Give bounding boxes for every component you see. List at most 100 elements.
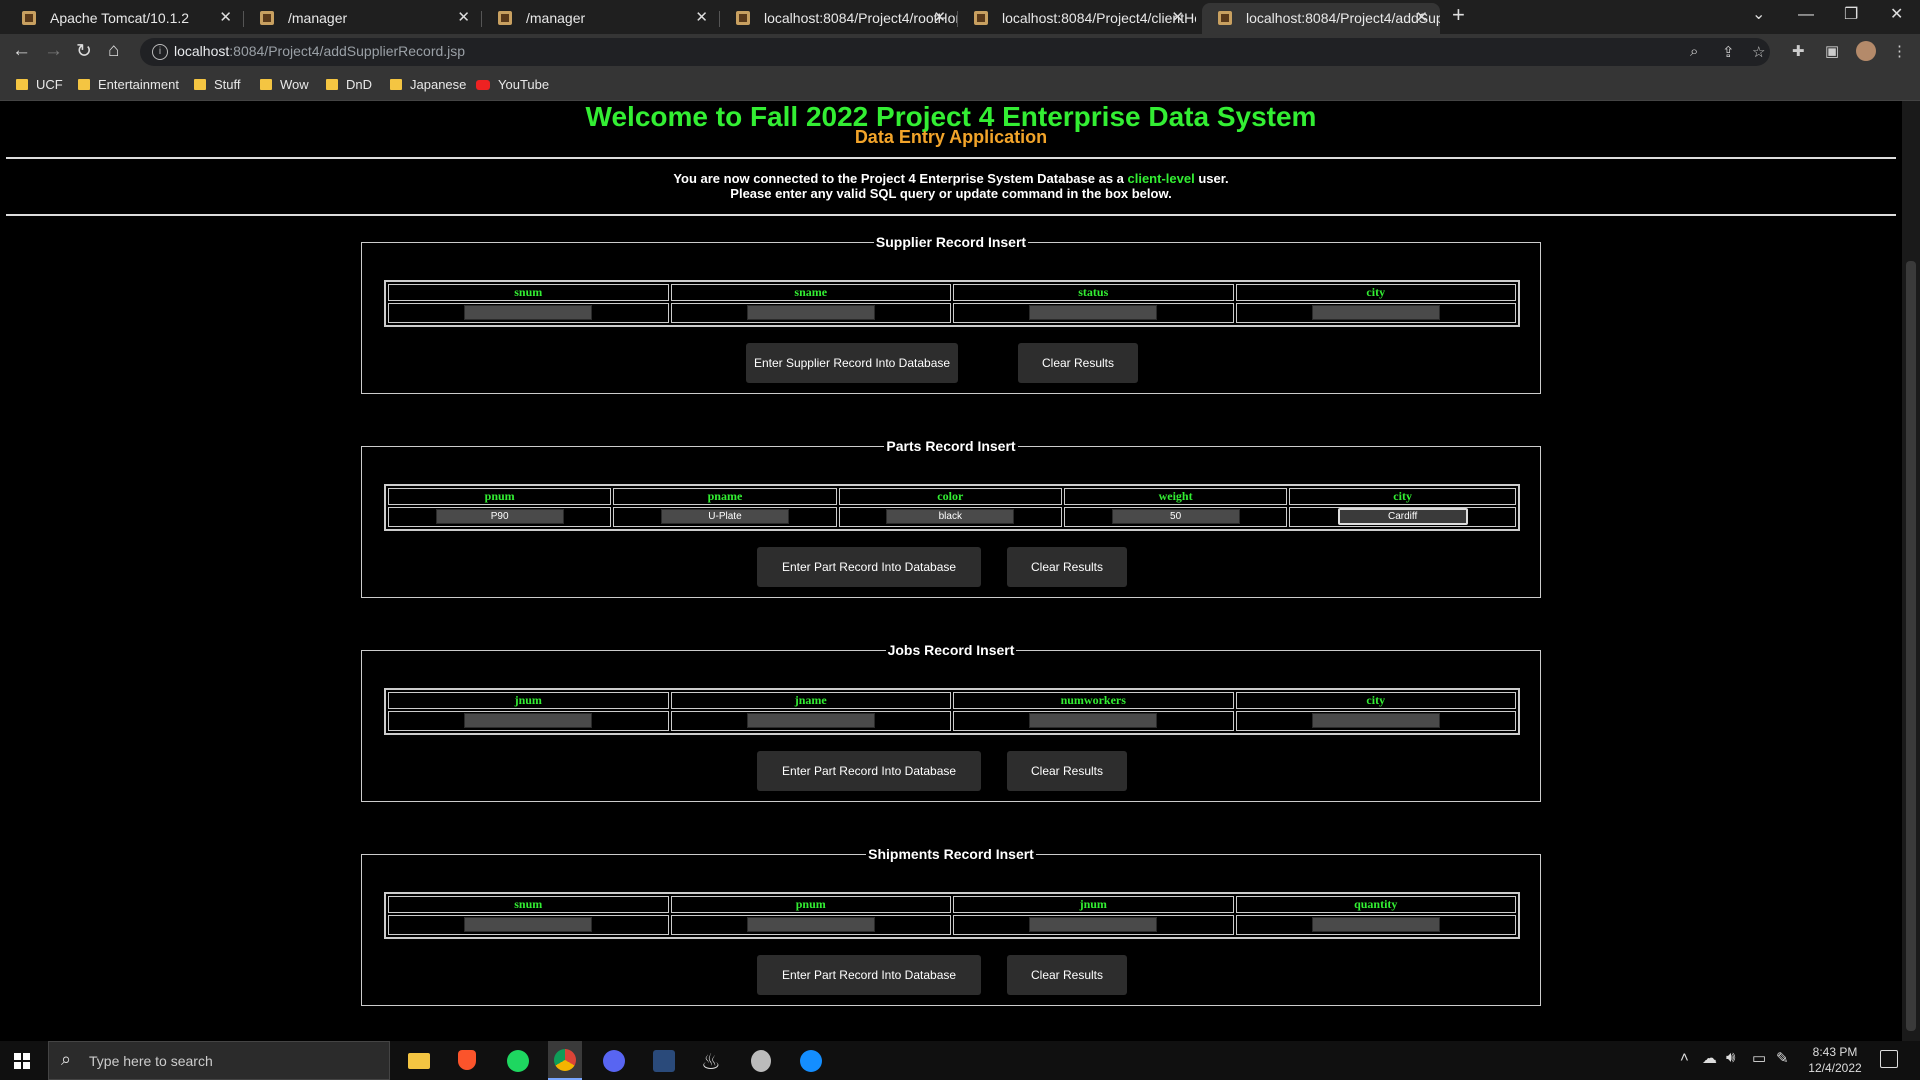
close-tab-icon[interactable]: ✕ bbox=[933, 3, 946, 33]
brave-browser-icon[interactable] bbox=[458, 1050, 476, 1070]
clear-shipments-button[interactable]: Clear Results bbox=[1007, 955, 1127, 995]
minimize-icon[interactable]: — bbox=[1798, 0, 1814, 30]
bookmark-dnd[interactable]: DnD bbox=[326, 77, 372, 92]
jobs-city-input[interactable] bbox=[1311, 713, 1440, 729]
share-icon[interactable]: ⇪ bbox=[1722, 43, 1735, 61]
discord-icon[interactable] bbox=[603, 1050, 625, 1072]
enter-job-button[interactable]: Enter Part Record Into Database bbox=[757, 751, 981, 791]
divider-bottom bbox=[6, 214, 1896, 216]
bookmark-entertainment[interactable]: Entertainment bbox=[78, 77, 179, 92]
site-info-icon[interactable]: i bbox=[152, 44, 168, 60]
jobs-jnum-input[interactable] bbox=[464, 713, 593, 729]
input-cell bbox=[1235, 303, 1516, 323]
tab-label: localhost:8084/Project4/rootHom bbox=[764, 10, 958, 26]
scrollbar-thumb[interactable] bbox=[1906, 261, 1916, 1031]
tab-search-chevron-icon[interactable]: ⌄ bbox=[1752, 0, 1765, 30]
tab-root-home[interactable]: localhost:8084/Project4/rootHom ✕ bbox=[720, 3, 958, 34]
tomcat-favicon-icon bbox=[22, 11, 36, 25]
file-explorer-icon[interactable] bbox=[408, 1053, 430, 1069]
search-icon: ⌕ bbox=[61, 1049, 72, 1069]
close-tab-icon[interactable]: ✕ bbox=[219, 3, 232, 33]
close-tab-icon[interactable]: ✕ bbox=[695, 3, 708, 33]
system-clock[interactable]: 8:43 PM 12/4/2022 bbox=[1800, 1044, 1870, 1076]
url-host: localhost bbox=[174, 43, 230, 59]
shipments-snum-input[interactable] bbox=[464, 917, 593, 933]
home-icon[interactable]: ⌂ bbox=[108, 40, 119, 62]
folder-icon bbox=[194, 79, 206, 90]
chrome-icon[interactable] bbox=[548, 1041, 582, 1080]
close-window-icon[interactable]: ✕ bbox=[1890, 0, 1903, 30]
tab-manager-1[interactable]: /manager ✕ bbox=[244, 3, 482, 34]
enter-part-button[interactable]: Enter Part Record Into Database bbox=[757, 547, 981, 587]
bookmark-youtube[interactable]: YouTube bbox=[476, 77, 549, 92]
supplier-sname-input[interactable] bbox=[746, 305, 875, 321]
supplier-status-input[interactable] bbox=[1029, 305, 1158, 321]
input-cell bbox=[953, 303, 1234, 323]
taskbar-search-placeholder: Type here to search bbox=[89, 1053, 213, 1069]
side-panel-icon[interactable]: ▣ bbox=[1825, 42, 1839, 60]
tab-label: /manager bbox=[288, 10, 348, 26]
menu-kebab-icon[interactable]: ⋮ bbox=[1892, 42, 1907, 60]
clear-parts-button[interactable]: Clear Results bbox=[1007, 547, 1127, 587]
volume-icon[interactable]: 🔊︎ bbox=[1726, 1049, 1735, 1066]
back-icon[interactable]: ← bbox=[12, 40, 31, 62]
parts-pnum-input[interactable]: P90 bbox=[435, 509, 564, 525]
zoom-icon[interactable]: ⌕ bbox=[1690, 43, 1698, 60]
windows-start-icon[interactable] bbox=[14, 1053, 30, 1069]
pen-icon[interactable]: ✎ bbox=[1776, 1049, 1789, 1067]
clear-jobs-button[interactable]: Clear Results bbox=[1007, 751, 1127, 791]
taskbar-search-box[interactable]: ⌕ Type here to search bbox=[48, 1041, 390, 1080]
connect-suffix: user. bbox=[1194, 171, 1229, 186]
bookmark-ucf[interactable]: UCF bbox=[16, 77, 63, 92]
network-icon[interactable]: ▭ bbox=[1752, 1049, 1766, 1067]
clear-supplier-button[interactable]: Clear Results bbox=[1018, 343, 1138, 383]
bookmark-wow[interactable]: Wow bbox=[260, 77, 309, 92]
forward-icon[interactable]: → bbox=[44, 40, 63, 62]
tab-label: localhost:8084/Project4/addSupp bbox=[1246, 10, 1440, 26]
connect-prefix: You are now connected to the Project 4 E… bbox=[673, 171, 1128, 186]
reload-icon[interactable]: ↻ bbox=[76, 40, 92, 63]
tab-manager-2[interactable]: /manager ✕ bbox=[482, 3, 720, 34]
close-tab-icon[interactable]: ✕ bbox=[1415, 3, 1428, 33]
steam-icon[interactable]: ♨ bbox=[701, 1049, 721, 1075]
shipments-jnum-input[interactable] bbox=[1029, 917, 1158, 933]
code-editor-icon[interactable] bbox=[653, 1050, 675, 1072]
close-tab-icon[interactable]: ✕ bbox=[457, 3, 470, 33]
battle-net-icon[interactable] bbox=[800, 1050, 822, 1072]
enter-supplier-button[interactable]: Enter Supplier Record Into Database bbox=[746, 343, 958, 383]
bookmark-star-icon[interactable]: ☆ bbox=[1752, 43, 1765, 61]
spotify-icon[interactable] bbox=[507, 1050, 529, 1072]
parts-pname-input[interactable]: U-Plate bbox=[660, 509, 789, 525]
shipments-pnum-input[interactable] bbox=[746, 917, 875, 933]
tab-add-supplier[interactable]: localhost:8084/Project4/addSupp ✕ bbox=[1202, 3, 1440, 34]
supplier-city-input[interactable] bbox=[1311, 305, 1440, 321]
parts-color-input[interactable]: black bbox=[886, 509, 1015, 525]
tomcat-favicon-icon bbox=[1218, 11, 1232, 25]
notifications-icon[interactable] bbox=[1880, 1050, 1898, 1068]
tab-client-home[interactable]: localhost:8084/Project4/clientHo ✕ bbox=[958, 3, 1196, 34]
column-header: color bbox=[838, 488, 1062, 505]
game-launcher-icon[interactable] bbox=[751, 1050, 771, 1072]
parts-city-input[interactable]: Cardiff bbox=[1337, 508, 1468, 526]
parts-weight-input[interactable]: 50 bbox=[1111, 509, 1240, 525]
browser-toolbar: ← → ↻ ⌂ i localhost:8084/Project4/addSup… bbox=[0, 34, 1920, 70]
shipments-quantity-input[interactable] bbox=[1311, 917, 1440, 933]
show-hidden-icons-chevron-icon[interactable]: ˄ bbox=[1680, 1049, 1689, 1066]
jobs-jname-input[interactable] bbox=[746, 713, 875, 729]
close-tab-icon[interactable]: ✕ bbox=[1171, 3, 1184, 33]
weather-cloud-icon[interactable]: ☁ bbox=[1702, 1049, 1717, 1067]
jobs-numworkers-input[interactable] bbox=[1029, 713, 1158, 729]
supplier-snum-input[interactable] bbox=[464, 305, 593, 321]
page-scrollbar[interactable] bbox=[1902, 101, 1920, 1041]
address-bar[interactable]: i localhost:8084/Project4/addSupplierRec… bbox=[140, 38, 1770, 66]
column-header: status bbox=[953, 284, 1234, 301]
bookmark-stuff[interactable]: Stuff bbox=[194, 77, 241, 92]
restore-icon[interactable]: ❐ bbox=[1844, 0, 1858, 30]
folder-icon bbox=[78, 79, 90, 90]
bookmark-japanese[interactable]: Japanese bbox=[390, 77, 466, 92]
tab-tomcat[interactable]: Apache Tomcat/10.1.2 ✕ bbox=[6, 3, 244, 34]
extensions-icon[interactable]: ✚ bbox=[1792, 42, 1805, 60]
new-tab-icon[interactable]: + bbox=[1452, 2, 1465, 28]
enter-shipment-button[interactable]: Enter Part Record Into Database bbox=[757, 955, 981, 995]
profile-avatar[interactable] bbox=[1856, 41, 1876, 61]
